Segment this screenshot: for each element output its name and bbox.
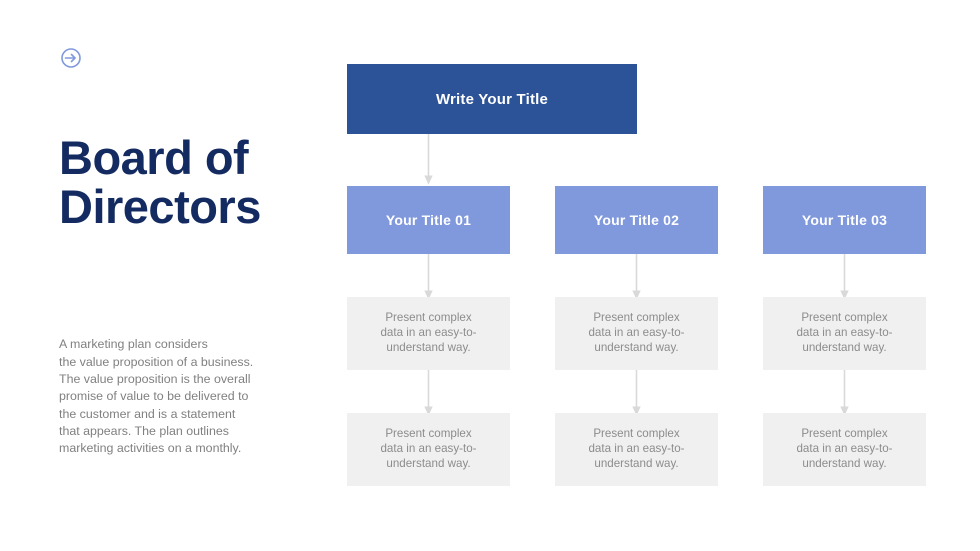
slide-canvas: Board of Directors A marketing plan cons… xyxy=(0,0,980,551)
node-content-01-1[interactable]: Present complex data in an easy-to- unde… xyxy=(347,297,510,370)
node-content-01-2[interactable]: Present complex data in an easy-to- unde… xyxy=(347,413,510,486)
node-title-01[interactable]: Your Title 01 xyxy=(347,186,510,254)
node-content-02-2[interactable]: Present complex data in an easy-to- unde… xyxy=(555,413,718,486)
node-title-02[interactable]: Your Title 02 xyxy=(555,186,718,254)
node-content-03-2[interactable]: Present complex data in an easy-to- unde… xyxy=(763,413,926,486)
node-content-03-1[interactable]: Present complex data in an easy-to- unde… xyxy=(763,297,926,370)
node-root[interactable]: Write Your Title xyxy=(347,64,637,134)
node-content-02-1[interactable]: Present complex data in an easy-to- unde… xyxy=(555,297,718,370)
node-title-03[interactable]: Your Title 03 xyxy=(763,186,926,254)
org-chart-diagram: Write Your Title Your Title 01 Present c… xyxy=(0,0,980,551)
